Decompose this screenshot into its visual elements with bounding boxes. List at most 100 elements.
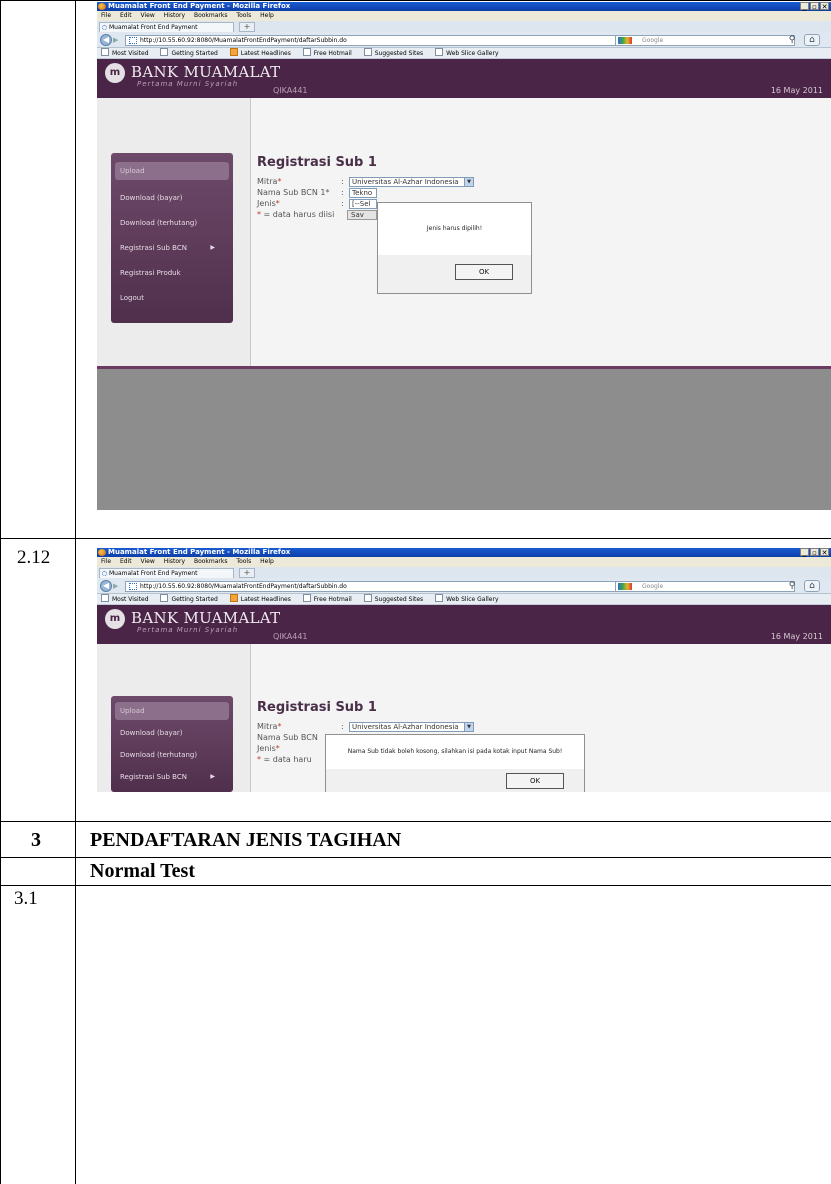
sidebar-item-label: Registrasi Sub BCN xyxy=(120,244,187,252)
menu-tools[interactable]: Tools xyxy=(236,558,251,565)
mitra-value: Universitas Al-Azhar Indonesia xyxy=(352,723,459,731)
header-date: 16 May 2011 xyxy=(770,632,823,641)
bookmark-suggested-sites[interactable]: Suggested Sites xyxy=(364,50,423,57)
search-icon[interactable]: ⚲ xyxy=(783,581,801,592)
tab-muamalat[interactable]: Muamalat Front End Payment xyxy=(99,568,234,578)
menu-history[interactable]: History xyxy=(164,558,185,565)
sidebar-item-registrasi-produk[interactable]: Registrasi Produk xyxy=(115,264,229,282)
mitra-row: Mitra* : Universitas Al-Azhar Indonesia ▼ xyxy=(257,721,474,732)
menu-tools[interactable]: Tools xyxy=(236,12,251,19)
menu-file[interactable]: File xyxy=(101,558,111,565)
sidebar-item-registrasi-sub-bcn[interactable]: Registrasi Sub BCN ▶ xyxy=(115,768,229,786)
bookmark-getting-started[interactable]: Getting Started xyxy=(160,50,217,57)
bookmark-most-visited[interactable]: Most Visited xyxy=(101,50,149,57)
sidebar-item-registrasi-sub-bcn[interactable]: Registrasi Sub BCN ▶ xyxy=(115,239,229,257)
window-title: Muamalat Front End Payment - Mozilla Fir… xyxy=(108,548,291,556)
bookmark-suggested-sites[interactable]: Suggested Sites xyxy=(364,596,423,603)
page-content: Upload Download (bayar) Download (terhut… xyxy=(97,644,831,792)
menu-view[interactable]: View xyxy=(141,558,155,565)
menu-view[interactable]: View xyxy=(141,12,155,19)
ok-button[interactable]: OK xyxy=(506,773,564,789)
back-button[interactable]: ◀ xyxy=(100,34,112,46)
search-placeholder: Google xyxy=(642,37,664,44)
brand-tagline: Pertama Murni Syariah xyxy=(137,626,239,634)
minimize-button[interactable]: _ xyxy=(800,2,809,11)
home-button[interactable]: ⌂ xyxy=(804,580,820,592)
menu-bar: File Edit View History Bookmarks Tools H… xyxy=(97,557,831,567)
sidebar-item-download-terhutang[interactable]: Download (terhutang) xyxy=(115,746,229,764)
bookmark-latest-headlines[interactable]: Latest Headlines xyxy=(230,596,291,603)
mitra-select[interactable]: Universitas Al-Azhar Indonesia ▼ xyxy=(349,722,474,732)
menu-edit[interactable]: Edit xyxy=(120,558,132,565)
loading-icon xyxy=(102,571,107,576)
sidebar-item-label: Registrasi Sub BCN xyxy=(120,773,187,781)
sidebar-menu: Upload Download (bayar) Download (terhut… xyxy=(111,696,233,792)
new-tab-button[interactable]: + xyxy=(239,22,255,32)
sidebar-item-download-terhutang[interactable]: Download (terhutang) xyxy=(115,214,229,232)
url-bar[interactable]: http://10.55.60.92:8080/MuamalatFrontEnd… xyxy=(125,35,670,46)
jenis-row: Jenis* : [--Sel xyxy=(257,198,377,209)
screenshot-jenis-validation: Muamalat Front End Payment - Mozilla Fir… xyxy=(97,2,831,510)
menu-bookmarks[interactable]: Bookmarks xyxy=(194,12,228,19)
bank-logo-icon: m xyxy=(105,609,125,629)
forward-button[interactable]: ▶ xyxy=(113,582,118,590)
chevron-down-icon: ▼ xyxy=(464,723,473,731)
search-input[interactable]: Google xyxy=(615,581,795,592)
menu-file[interactable]: File xyxy=(101,12,111,19)
tab-muamalat[interactable]: Muamalat Front End Payment xyxy=(99,22,234,32)
required-legend: = data harus diisi xyxy=(263,210,335,219)
menu-bookmarks[interactable]: Bookmarks xyxy=(194,558,228,565)
sidebar-item-upload[interactable]: Upload xyxy=(115,702,229,720)
mitra-select[interactable]: Universitas Al-Azhar Indonesia ▼ xyxy=(349,177,474,187)
search-icon[interactable]: ⚲ xyxy=(783,35,801,46)
home-button[interactable]: ⌂ xyxy=(804,34,820,46)
sidebar-item-upload[interactable]: Upload xyxy=(115,162,229,180)
bookmark-latest-headlines[interactable]: Latest Headlines xyxy=(230,50,291,57)
alert-dialog: Nama Sub tidak boleh kosong, silahkan is… xyxy=(325,734,585,792)
minimize-button[interactable]: _ xyxy=(800,548,809,557)
forward-button[interactable]: ▶ xyxy=(113,36,118,44)
menu-help[interactable]: Help xyxy=(260,12,274,19)
mitra-label: Mitra xyxy=(257,722,278,731)
ok-button[interactable]: OK xyxy=(455,264,513,280)
bookmark-most-visited[interactable]: Most Visited xyxy=(101,596,149,603)
bookmark-free-hotmail[interactable]: Free Hotmail xyxy=(303,50,352,57)
table-row-divider xyxy=(0,538,831,539)
nama-sub-input[interactable]: Tekno xyxy=(349,188,377,198)
save-button[interactable]: Sav xyxy=(347,210,377,220)
search-input[interactable]: Google xyxy=(615,35,795,46)
bookmark-free-hotmail[interactable]: Free Hotmail xyxy=(303,596,352,603)
maximize-button[interactable]: ▫ xyxy=(810,548,819,557)
close-button[interactable]: ✕ xyxy=(820,548,829,557)
sidebar-item-logout[interactable]: Logout xyxy=(115,289,229,307)
sidebar-item-download-bayar[interactable]: Download (bayar) xyxy=(115,189,229,207)
menu-history[interactable]: History xyxy=(164,12,185,19)
required-mark: * xyxy=(257,210,261,219)
bookmarks-toolbar: Most Visited Getting Started Latest Head… xyxy=(97,594,831,605)
colon: : xyxy=(341,199,344,208)
maximize-button[interactable]: ▫ xyxy=(810,2,819,11)
brand-name: BANK MUAMALAT xyxy=(131,63,281,81)
user-id: QIKA441 xyxy=(273,86,308,95)
brand-name: BANK MUAMALAT xyxy=(131,609,281,627)
table-row-divider xyxy=(0,821,831,822)
menu-edit[interactable]: Edit xyxy=(120,12,132,19)
bookmark-web-slice-gallery[interactable]: Web Slice Gallery xyxy=(435,50,498,57)
url-bar[interactable]: http://10.55.60.92:8080/MuamalatFrontEnd… xyxy=(125,581,670,592)
tab-bar: Muamalat Front End Payment + xyxy=(97,567,831,578)
sidebar-item-download-bayar[interactable]: Download (bayar) xyxy=(115,724,229,742)
jenis-select[interactable]: [--Sel xyxy=(349,199,377,209)
new-tab-button[interactable]: + xyxy=(239,568,255,578)
bookmarks-toolbar: Most Visited Getting Started Latest Head… xyxy=(97,48,831,59)
submenu-arrow-icon: ▶ xyxy=(210,244,215,251)
site-header: m BANK MUAMALAT Pertama Murni Syariah QI… xyxy=(97,59,831,98)
bookmark-web-slice-gallery[interactable]: Web Slice Gallery xyxy=(435,596,498,603)
user-id: QIKA441 xyxy=(273,632,308,641)
close-button[interactable]: ✕ xyxy=(820,2,829,11)
back-button[interactable]: ◀ xyxy=(100,580,112,592)
page-favicon-icon xyxy=(129,583,137,590)
bookmark-getting-started[interactable]: Getting Started xyxy=(160,596,217,603)
menu-help[interactable]: Help xyxy=(260,558,274,565)
document-table: 2.12 3 PENDAFTARAN JENIS TAGIHAN Normal … xyxy=(0,0,831,1184)
url-text: http://10.55.60.92:8080/MuamalatFrontEnd… xyxy=(140,37,347,44)
